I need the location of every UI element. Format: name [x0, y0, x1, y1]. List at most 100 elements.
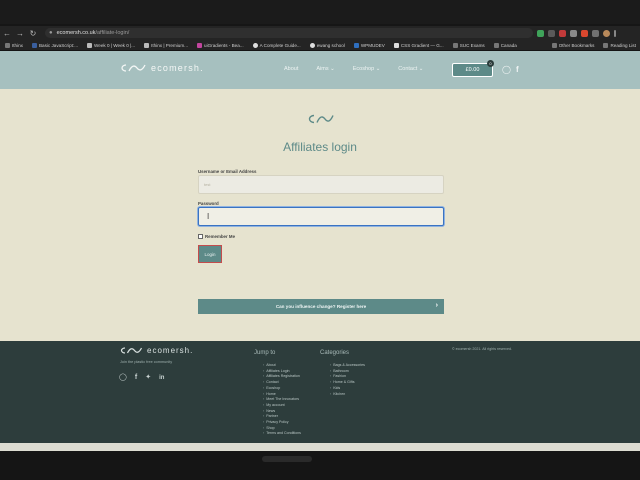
- username-value: test: [204, 182, 211, 187]
- cart-total: £0.00: [465, 67, 480, 73]
- remember-checkbox[interactable]: [198, 234, 203, 239]
- nav-ecoshop-label: Ecoshop: [352, 66, 375, 72]
- nav-ecoshop[interactable]: Ecoshop ⌄: [353, 66, 381, 72]
- footer-link[interactable]: Terms and Conditions: [263, 431, 301, 437]
- bookmark-label: Other Bookmarks: [558, 43, 595, 48]
- main-content: Affiliates login Username or Email Addre…: [0, 89, 640, 341]
- categories-heading: Categories: [320, 350, 350, 356]
- site-header: ecomersh. About Aims ⌄ Ecoshop ⌄ Contact…: [0, 51, 640, 89]
- extension-orange-icon[interactable]: [581, 29, 588, 37]
- bookmark-label: Basic JavaScript:...: [38, 42, 79, 48]
- folder-icon: [551, 43, 557, 48]
- chevron-right-icon: ›: [435, 302, 438, 309]
- remember-me[interactable]: Remember Me: [198, 234, 235, 239]
- bookmarks-bar: Ithinx Basic JavaScript:... Week 0 | Wee…: [0, 40, 640, 51]
- twitter-icon[interactable]: ✦: [145, 374, 151, 382]
- cart-button[interactable]: £0.00 0: [452, 60, 494, 77]
- bookmark-label: Reading List: [610, 43, 636, 48]
- instagram-icon[interactable]: ◯: [502, 66, 511, 74]
- extension-grey-icon[interactable]: [548, 29, 555, 37]
- site-icon: [252, 42, 258, 48]
- password-input[interactable]: ​I: [198, 207, 444, 226]
- bookmark[interactable]: ewang school: [309, 42, 345, 48]
- extension-red-icon[interactable]: [559, 29, 566, 37]
- bookmark[interactable]: SUC Exams: [452, 42, 485, 48]
- jump-to-heading: Jump to: [254, 350, 276, 356]
- nav-aims[interactable]: Aims ⌄: [316, 66, 334, 72]
- top-band: [0, 0, 640, 24]
- username-label: Username or Email Address: [198, 169, 257, 174]
- jump-to-list: About Affiliates Login Affiliates Regist…: [263, 363, 301, 437]
- bookmark-reading-list[interactable]: Reading List: [603, 43, 636, 48]
- footer-logo[interactable]: ecomersh.: [118, 346, 193, 355]
- bookmark-label: Week 0 | Week 0 |...: [94, 42, 136, 48]
- page-bottom-strip: [0, 443, 640, 451]
- nav-about[interactable]: About: [284, 66, 298, 72]
- password-label: Password: [198, 201, 219, 206]
- back-icon[interactable]: ←: [1, 27, 13, 39]
- reading-list-icon: [603, 43, 609, 48]
- dark-bottom-area: [0, 451, 640, 480]
- site-icon: [309, 42, 315, 48]
- puzzle-icon[interactable]: [592, 29, 599, 37]
- bookmark-label: A Complete Guide...: [259, 42, 301, 48]
- bookmark[interactable]: Week 0 | Week 0 |...: [87, 42, 136, 48]
- bookmark[interactable]: Ithinx: [5, 42, 23, 48]
- bookmarks-right: Other Bookmarks Reading List: [551, 40, 636, 51]
- bookmark-label: SUC Exams: [459, 42, 485, 48]
- facebook-icon[interactable]: f: [516, 66, 519, 74]
- footer-tagline: Join the plastic free community: [120, 360, 173, 364]
- bookmark[interactable]: Basic JavaScript:...: [31, 42, 79, 48]
- extension-plain-icon[interactable]: [570, 29, 577, 37]
- extension-green-icon[interactable]: [537, 29, 544, 37]
- username-input[interactable]: test: [198, 175, 444, 194]
- site-icon: [144, 42, 150, 48]
- bookmark[interactable]: CSS Gradient — G...: [393, 42, 444, 48]
- bookmark[interactable]: Ithinx | Premium...: [144, 42, 189, 48]
- url-path: /affiliate-login/: [95, 30, 130, 36]
- bookmark-label: Ithinx | Premium...: [151, 42, 189, 48]
- facebook-icon[interactable]: f: [135, 374, 137, 382]
- kebab-menu-icon[interactable]: [614, 29, 616, 37]
- linkedin-icon[interactable]: in: [159, 374, 164, 382]
- folder-icon: [5, 42, 10, 48]
- bookmark[interactable]: Canada: [493, 42, 517, 48]
- header-social: ◯ f: [502, 66, 524, 74]
- site-icon: [31, 42, 37, 48]
- chevron-down-icon: ⌄: [375, 66, 381, 72]
- nav-aims-label: Aims: [316, 66, 329, 72]
- register-text: Can you influence change? Register here: [275, 304, 367, 309]
- bookmark[interactable]: A Complete Guide...: [252, 42, 301, 48]
- screen: ← → ↻ ● ecomersh.co.uk /affiliate-login/…: [0, 0, 640, 480]
- footer-brand-name: ecomersh.: [147, 346, 194, 355]
- header-logo[interactable]: ecomersh.: [118, 63, 204, 73]
- bookmark-other[interactable]: Other Bookmarks: [551, 43, 595, 48]
- site-icon: [353, 42, 359, 48]
- url-host: ecomersh.co.uk: [56, 30, 96, 36]
- forward-icon[interactable]: →: [14, 27, 26, 39]
- instagram-icon[interactable]: ◯: [119, 374, 127, 382]
- bookmark[interactable]: WPMUDEV: [353, 42, 385, 48]
- main-nav: About Aims ⌄ Ecoshop ⌄ Contact ⌄: [284, 66, 441, 72]
- avatar[interactable]: [603, 29, 610, 37]
- category-link[interactable]: Kitchen: [330, 392, 365, 398]
- reload-icon[interactable]: ↻: [27, 27, 39, 39]
- login-button[interactable]: Login: [198, 245, 222, 263]
- bookmark-label: uiGradients - Bea...: [204, 42, 244, 48]
- bookmark-label: WPMUDEV: [360, 42, 385, 48]
- category-link[interactable]: Bags & Accessories: [330, 363, 365, 369]
- register-link[interactable]: Can you influence change? Register here …: [198, 299, 444, 314]
- nav-contact[interactable]: Contact ⌄: [398, 66, 423, 72]
- copyright: © ecomersh 2021. All rights reserved.: [452, 347, 512, 351]
- brand-logo-icon: [120, 347, 143, 354]
- lock-icon: ●: [49, 30, 53, 36]
- nav-contact-label: Contact: [398, 66, 418, 72]
- address-bar[interactable]: ● ecomersh.co.uk /affiliate-login/: [45, 28, 533, 38]
- bookmark[interactable]: uiGradients - Bea...: [197, 42, 244, 48]
- browser-toolbar: ← → ↻ ● ecomersh.co.uk /affiliate-login/: [0, 26, 640, 40]
- chevron-down-icon: ⌄: [418, 66, 424, 72]
- blurred-element: [262, 456, 312, 462]
- brand-logo-icon: [308, 114, 334, 124]
- page-title: Affiliates login: [283, 140, 357, 154]
- brand-logo-icon: [121, 64, 146, 72]
